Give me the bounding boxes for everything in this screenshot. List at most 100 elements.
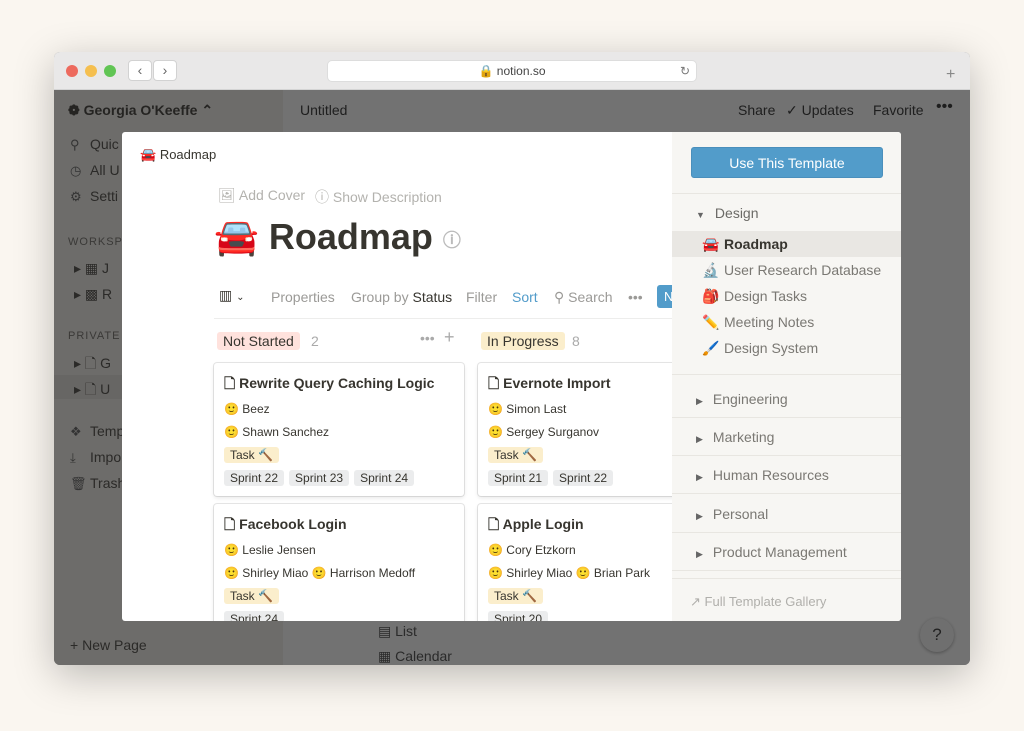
task-tag: Task 🔨 <box>488 447 543 463</box>
sidebar-item-settings[interactable]: Setti <box>90 188 118 204</box>
triangle-right-icon: ▶ <box>696 511 703 521</box>
backpack-icon: 🎒 <box>702 288 720 304</box>
full-template-gallery-link[interactable]: ↗ Full Template Gallery <box>690 594 826 610</box>
person-name: Shirley Miao <box>242 566 309 580</box>
person: 🙂 Beez <box>224 402 270 416</box>
sprint-tags: Sprint 20 <box>488 610 553 621</box>
show-description-button[interactable]: ⓘ Show Description <box>315 187 442 207</box>
column-header-not-started[interactable]: Not Started <box>217 332 300 350</box>
category-product-management[interactable]: ▶ Product Management <box>696 544 847 560</box>
gear-icon: ⚙ <box>70 189 82 204</box>
back-button[interactable]: ‹ <box>128 60 152 81</box>
person-name: Harrison Medoff <box>329 566 416 580</box>
car-icon: 🚘 <box>214 216 259 257</box>
sidebar-item-import[interactable]: Impo <box>90 449 121 465</box>
address-bar[interactable]: 🔒 notion.so ↻ <box>327 60 697 82</box>
board-view-switcher[interactable]: ▥ ⌄ <box>219 287 245 304</box>
category-label: Personal <box>712 506 769 522</box>
updates-button[interactable]: ✓ Updates <box>786 102 854 119</box>
category-personal[interactable]: ▶ Personal <box>696 506 768 522</box>
board-card[interactable]: 🗋 Facebook Login 🙂 Leslie Jensen 🙂 Shirl… <box>214 504 464 621</box>
template-label: Design System <box>724 340 819 356</box>
sidebar-item-quick-find[interactable]: Quic <box>90 136 119 152</box>
new-tab-button[interactable]: + <box>946 66 955 84</box>
card-title-text: Facebook Login <box>239 516 347 532</box>
person-name: Leslie Jensen <box>242 543 316 557</box>
view-calendar[interactable]: ▦ Calendar <box>378 648 452 665</box>
person-name: Shirley Miao <box>506 566 573 580</box>
add-cover-button[interactable]: 🖼 Add Cover <box>218 187 305 204</box>
favorite-button[interactable]: Favorite <box>873 102 924 118</box>
new-page-button[interactable]: + New Page <box>70 637 147 653</box>
properties-button[interactable]: Properties <box>271 289 335 305</box>
template-item-design-system[interactable]: 🖌️ Design System <box>702 340 818 357</box>
new-page-label: New Page <box>82 637 147 653</box>
template-item-meeting-notes[interactable]: ✏️ Meeting Notes <box>702 314 814 331</box>
divider <box>672 493 901 494</box>
task-tag: Task 🔨 <box>488 588 543 604</box>
reload-icon[interactable]: ↻ <box>680 61 690 82</box>
person: 🙂 Simon Last <box>488 402 567 416</box>
sidebar-item-trash[interactable]: Trash <box>90 475 125 491</box>
template-label: Design Tasks <box>724 288 808 304</box>
column-more-icon[interactable]: ••• <box>420 330 435 346</box>
search-label: Search <box>568 289 613 305</box>
maximize-window-button[interactable] <box>104 65 116 77</box>
filter-button[interactable]: Filter <box>466 289 497 305</box>
view-list[interactable]: ▤ List <box>378 623 417 640</box>
card-title: 🗋 Rewrite Query Caching Logic <box>224 375 435 391</box>
person-name: Simon Last <box>506 402 567 416</box>
workspace-switcher[interactable]: ❁ Georgia O'Keeffe ⌃ <box>68 102 213 119</box>
page-title[interactable]: 🚘 Roadmap ⓘ <box>214 216 461 258</box>
sidebar-page[interactable]: ▸ 🗋 G <box>74 353 111 377</box>
more-options-icon[interactable]: ••• <box>628 289 643 305</box>
lock-icon: 🔒 <box>478 64 494 78</box>
category-design[interactable]: ▼ Design <box>696 205 759 221</box>
workspace-icon: ❁ <box>68 102 84 118</box>
group-by-button[interactable]: Group by Status <box>351 289 452 305</box>
category-human-resources[interactable]: ▶ Human Resources <box>696 467 829 483</box>
template-label: Meeting Notes <box>724 314 815 330</box>
divider <box>214 318 672 319</box>
more-icon[interactable]: ••• <box>936 98 953 116</box>
close-window-button[interactable] <box>66 65 78 77</box>
triangle-right-icon: ▶ <box>696 434 703 444</box>
column-count: 2 <box>311 333 319 349</box>
use-template-button[interactable]: Use This Template <box>691 147 883 178</box>
sidebar-page[interactable]: ▸ ▦ J <box>74 260 109 277</box>
sort-button[interactable]: Sort <box>512 289 538 305</box>
calendar-label: Calendar <box>395 648 452 664</box>
search-button[interactable]: ⚲ Search <box>554 289 613 306</box>
minimize-window-button[interactable] <box>85 65 97 77</box>
add-card-icon[interactable]: + <box>444 327 455 348</box>
car-icon: 🚘 <box>702 236 720 252</box>
page-breadcrumb[interactable]: Untitled <box>300 102 347 118</box>
sidebar-item-all-updates[interactable]: All U <box>90 162 120 178</box>
person: 🙂 Sergey Surganov <box>488 425 600 439</box>
triangle-right-icon: ▶ <box>696 396 703 406</box>
page-label: G <box>100 355 111 371</box>
sprint-tags: Sprint 22 Sprint 23 Sprint 24 <box>224 469 419 487</box>
updates-label: Updates <box>801 102 854 118</box>
person: 🙂 Cory Etzkorn <box>488 543 576 557</box>
sidebar-page[interactable]: ▸ ▩ R <box>74 286 112 303</box>
gallery-label: Full Template Gallery <box>704 594 827 609</box>
column-header-in-progress[interactable]: In Progress <box>481 332 565 350</box>
category-label: Design <box>714 205 759 221</box>
group-by-label: Group by <box>351 289 409 305</box>
category-engineering[interactable]: ▶ Engineering <box>696 391 788 407</box>
template-item-design-tasks[interactable]: 🎒 Design Tasks <box>702 288 807 305</box>
sidebar-page-selected[interactable]: ▸ 🗋 U <box>74 379 110 403</box>
sidebar-item-templates[interactable]: Temp <box>90 423 124 439</box>
template-item-roadmap[interactable]: 🚘 Roadmap <box>702 236 788 253</box>
card-title: 🗋 Facebook Login <box>224 516 347 532</box>
template-item-user-research[interactable]: 🔬 User Research Database <box>702 262 881 279</box>
forward-button[interactable]: › <box>153 60 177 81</box>
help-button[interactable]: ? <box>920 618 954 652</box>
category-marketing[interactable]: ▶ Marketing <box>696 429 774 445</box>
share-button[interactable]: Share <box>738 102 775 118</box>
info-icon[interactable]: ⓘ <box>443 230 461 250</box>
person-name: Beez <box>242 402 270 416</box>
board-card[interactable]: 🗋 Rewrite Query Caching Logic 🙂 Beez 🙂 S… <box>214 363 464 496</box>
modal-breadcrumb[interactable]: 🚘 Roadmap <box>140 147 216 163</box>
